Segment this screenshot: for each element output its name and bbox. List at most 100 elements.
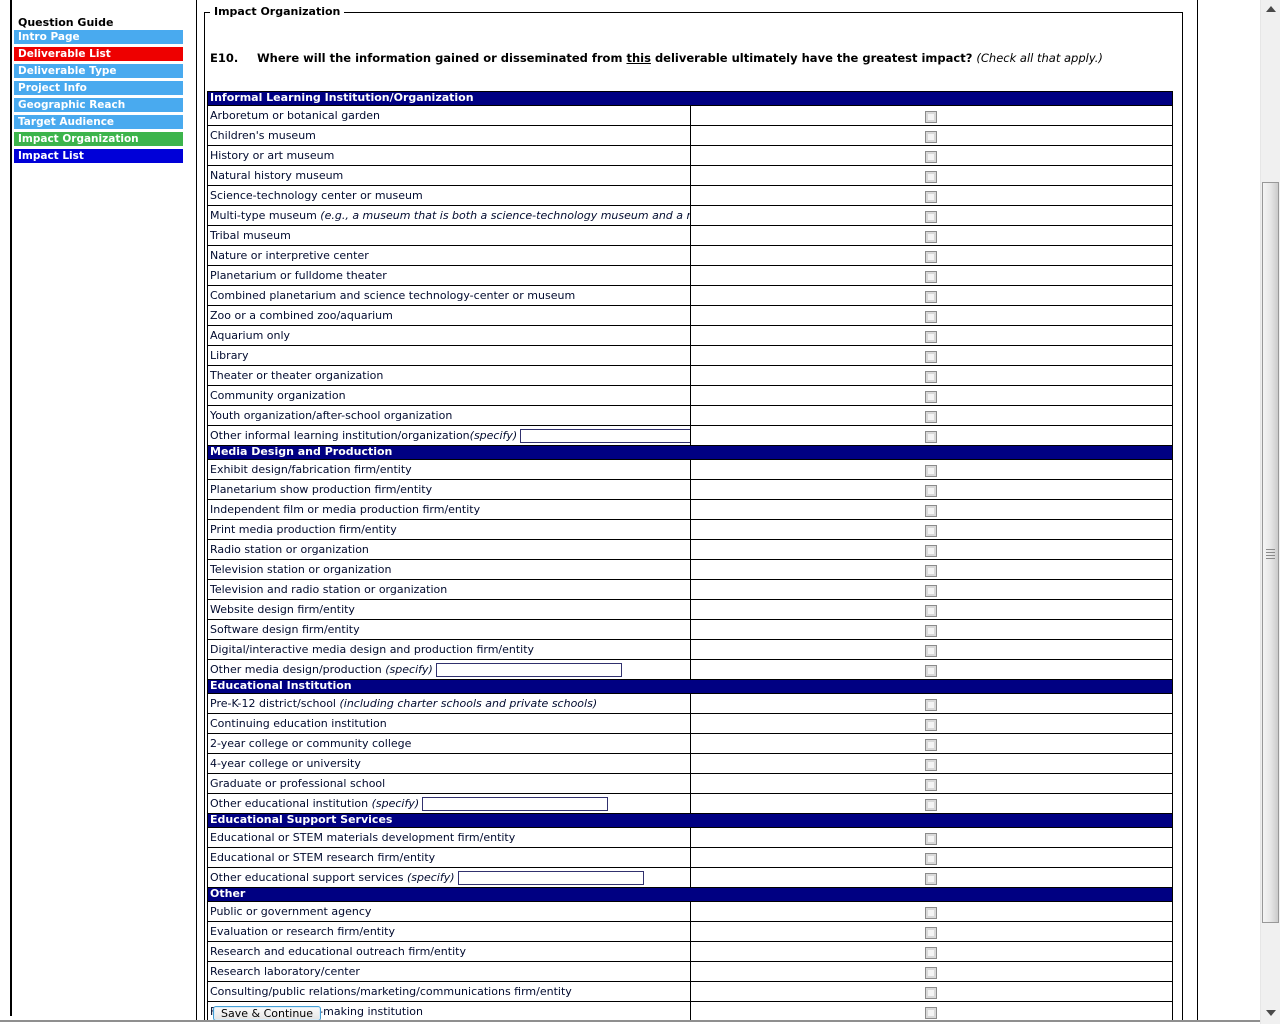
sidebar-item-intro-page[interactable]: Intro Page [14,30,183,44]
row-label: Nature or interpretive center [207,245,691,266]
row-label: Research and educational outreach firm/e… [207,941,691,962]
sidebar-item-impact-list[interactable]: Impact List [14,149,183,163]
checkbox[interactable] [925,906,938,919]
table-row: Exhibit design/fabrication firm/entity [207,459,1173,480]
row-label: Radio station or organization [207,539,691,560]
checkbox[interactable] [925,190,938,203]
table-row: Nature or interpretive center [207,245,1173,266]
checkbox[interactable] [925,390,938,403]
checkbox[interactable] [925,310,938,323]
table-row: Other media design/production (specify) [207,659,1173,680]
checkbox-cell [689,325,1173,346]
checkbox[interactable] [925,464,938,477]
vertical-scrollbar[interactable] [1260,0,1280,1024]
checkbox[interactable] [925,544,938,557]
checkbox[interactable] [925,210,938,223]
row-label: Library [207,345,691,366]
checkbox-cell [689,753,1173,774]
checkbox[interactable] [925,584,938,597]
checkbox[interactable] [925,230,938,243]
scrollbar-up-button[interactable] [1261,0,1280,17]
checkbox[interactable] [925,504,938,517]
checkbox[interactable] [925,524,938,537]
table-row: Continuing education institution [207,713,1173,734]
checkbox[interactable] [925,604,938,617]
section-header-row: Informal Learning Institution/Organizati… [207,91,1173,106]
checkbox-cell [689,827,1173,848]
sidebar-item-deliverable-list[interactable]: Deliverable List [14,47,183,61]
row-label: Educational or STEM materials developmen… [207,827,691,848]
specify-input[interactable] [520,429,690,443]
table-row: Independent film or media production fir… [207,499,1173,520]
table-row: Planetarium show production firm/entity [207,479,1173,500]
checkbox[interactable] [925,130,938,143]
question-number: E10. [210,51,239,65]
checkbox[interactable] [925,664,938,677]
checkbox[interactable] [925,852,938,865]
checkbox-cell [689,105,1173,126]
table-row: Arboretum or botanical garden [207,105,1173,126]
save-continue-button[interactable]: Save & Continue [213,1006,322,1021]
scrollbar-down-button[interactable] [1261,1002,1280,1024]
sidebar-item-deliverable-type[interactable]: Deliverable Type [14,64,183,78]
checkbox[interactable] [925,718,938,731]
table-row: Consulting/public relations/marketing/co… [207,981,1173,1002]
checkbox[interactable] [925,270,938,283]
specify-input[interactable] [435,663,622,677]
checkbox[interactable] [925,330,938,343]
checkbox[interactable] [925,698,938,711]
checkbox[interactable] [925,350,938,363]
table-row: Educational or STEM research firm/entity [207,847,1173,868]
checkbox-cell [689,961,1173,982]
checkbox[interactable] [925,430,938,443]
checkbox-cell [689,305,1173,326]
checkbox[interactable] [925,738,938,751]
row-label: Digital/interactive media design and pro… [207,639,691,660]
sidebar-item-impact-organization[interactable]: Impact Organization [14,132,183,146]
checkbox[interactable] [925,946,938,959]
checkbox-cell [689,365,1173,386]
row-label: Natural history museum [207,165,691,186]
checkbox[interactable] [925,1006,938,1019]
checkbox[interactable] [925,986,938,999]
sidebar-item-target-audience[interactable]: Target Audience [14,115,183,129]
impact-organization-table: Informal Learning Institution/Organizati… [207,91,1173,1021]
checkbox[interactable] [925,290,938,303]
sidebar-item-geographic-reach[interactable]: Geographic Reach [14,98,183,112]
checkbox-cell [689,345,1173,366]
checkbox[interactable] [925,150,938,163]
specify-input[interactable] [457,871,644,885]
row-label: Aquarium only [207,325,691,346]
row-label: Other media design/production (specify) [207,659,691,680]
checkbox[interactable] [925,872,938,885]
checkbox[interactable] [925,564,938,577]
checkbox[interactable] [925,484,938,497]
checkbox[interactable] [925,832,938,845]
checkbox[interactable] [925,370,938,383]
checkbox-cell [689,639,1173,660]
specify-input[interactable] [422,797,609,811]
checkbox[interactable] [925,966,938,979]
checkbox[interactable] [925,170,938,183]
row-label: History or art museum [207,145,691,166]
table-row: Radio station or organization [207,539,1173,560]
table-row: Children's museum [207,125,1173,146]
table-row: Other informal learning institution/orga… [207,425,1173,446]
checkbox[interactable] [925,410,938,423]
checkbox[interactable] [925,644,938,657]
checkbox[interactable] [925,624,938,637]
row-label: Other informal learning institution/orga… [207,425,691,446]
row-label: Software design firm/entity [207,619,691,640]
table-row: Youth organization/after-school organiza… [207,405,1173,426]
checkbox[interactable] [925,110,938,123]
table-row: Planetarium or fulldome theater [207,265,1173,286]
checkbox[interactable] [925,758,938,771]
checkbox[interactable] [925,798,938,811]
scrollbar-thumb[interactable] [1262,182,1279,923]
checkbox-cell [689,519,1173,540]
checkbox[interactable] [925,778,938,791]
table-row: Zoo or a combined zoo/aquarium [207,305,1173,326]
sidebar-item-project-info[interactable]: Project Info [14,81,183,95]
checkbox[interactable] [925,250,938,263]
checkbox[interactable] [925,926,938,939]
